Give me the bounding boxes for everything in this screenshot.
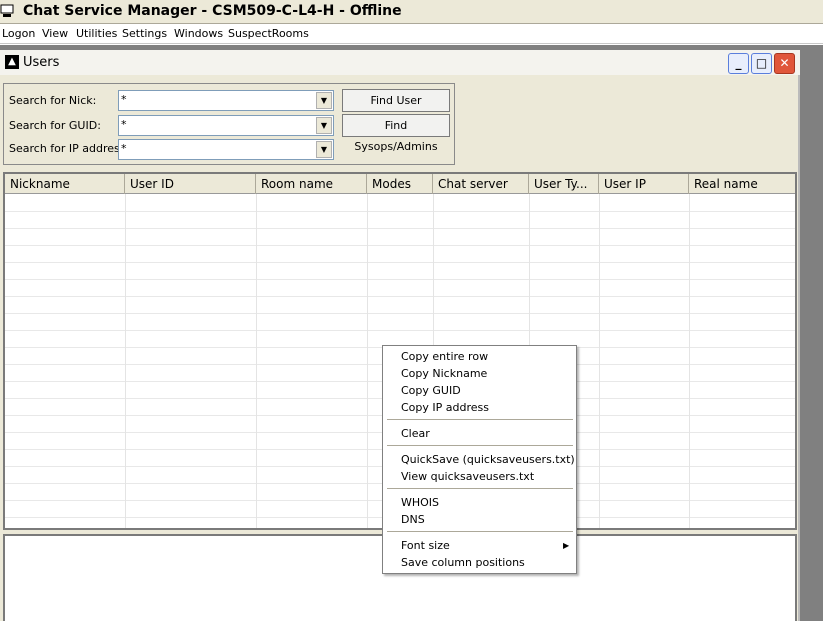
mdi-right-edge <box>800 45 823 621</box>
menubar: Logon View Utilities Settings Windows Su… <box>0 24 823 44</box>
find-sysops-button[interactable]: Find Sysops/Admins <box>342 114 450 153</box>
guid-combo[interactable]: * ▼ <box>118 115 334 136</box>
minimize-icon: _ <box>735 56 742 70</box>
nick-value: * <box>121 93 127 106</box>
menu-separator <box>387 531 573 532</box>
grid-row-line <box>5 279 795 280</box>
column-real-name[interactable]: Real name <box>689 174 795 194</box>
grid-column-line <box>689 194 690 528</box>
copy-guid-item[interactable]: Copy GUID <box>401 384 461 397</box>
search-panel: Search for Nick: * ▼ Search for GUID: * … <box>3 83 455 165</box>
computer-icon <box>0 4 14 17</box>
grid-row-line <box>5 211 795 212</box>
chevron-down-icon[interactable]: ▼ <box>316 141 332 158</box>
grid-column-line <box>367 194 368 528</box>
guid-value: * <box>121 118 127 131</box>
whois-item[interactable]: WHOIS <box>401 496 439 509</box>
save-column-positions-item[interactable]: Save column positions <box>401 556 525 569</box>
app-titlebar: Chat Service Manager - CSM509-C-L4-H - O… <box>0 0 823 24</box>
nick-combo[interactable]: * ▼ <box>118 90 334 111</box>
menu-separator <box>387 445 573 446</box>
submenu-arrow-icon: ▶ <box>563 541 570 550</box>
grid-column-line <box>599 194 600 528</box>
maximize-icon: □ <box>755 56 768 70</box>
copy-entire-row-item[interactable]: Copy entire row <box>401 350 488 363</box>
close-button[interactable]: ✕ <box>774 53 795 74</box>
menu-windows[interactable]: Windows <box>174 27 223 40</box>
quicksave-item[interactable]: QuickSave (quicksaveusers.txt) <box>401 453 575 466</box>
copy-ip-address-item[interactable]: Copy IP address <box>401 401 489 414</box>
clear-item[interactable]: Clear <box>401 427 430 440</box>
column-user-ip[interactable]: User IP <box>599 174 689 194</box>
ip-value: * <box>121 142 127 155</box>
menu-settings[interactable]: Settings <box>122 27 167 40</box>
listview-header: Nickname User ID Room name Modes Chat se… <box>5 174 795 194</box>
runner-icon: ▲ <box>5 55 19 69</box>
app-title: Chat Service Manager - CSM509-C-L4-H - O… <box>23 3 402 19</box>
nick-label: Search for Nick: <box>9 94 97 107</box>
grid-row-line <box>5 330 795 331</box>
menu-view[interactable]: View <box>42 27 68 40</box>
close-icon: ✕ <box>779 56 790 70</box>
ip-label: Search for IP address: <box>9 142 130 155</box>
minimize-button[interactable]: _ <box>728 53 749 74</box>
chevron-down-icon[interactable]: ▼ <box>316 92 332 109</box>
menu-utilities[interactable]: Utilities <box>76 27 117 40</box>
copy-nickname-item[interactable]: Copy Nickname <box>401 367 487 380</box>
font-size-item[interactable]: Font size <box>401 539 450 552</box>
grid-row-line <box>5 262 795 263</box>
dns-item[interactable]: DNS <box>401 513 425 526</box>
column-user-type[interactable]: User Ty... <box>529 174 599 194</box>
maximize-button[interactable]: □ <box>751 53 772 74</box>
view-quicksave-item[interactable]: View quicksaveusers.txt <box>401 470 534 483</box>
column-nickname[interactable]: Nickname <box>5 174 125 194</box>
column-room-name[interactable]: Room name <box>256 174 367 194</box>
grid-row-line <box>5 313 795 314</box>
guid-label: Search for GUID: <box>9 119 101 132</box>
context-menu: Copy entire row Copy Nickname Copy GUID … <box>382 345 577 574</box>
menu-separator <box>387 488 573 489</box>
column-modes[interactable]: Modes <box>367 174 433 194</box>
users-titlebar: ▲ Users _ □ ✕ <box>0 50 800 75</box>
column-user-id[interactable]: User ID <box>125 174 256 194</box>
ip-combo[interactable]: * ▼ <box>118 139 334 160</box>
find-user-button[interactable]: Find User <box>342 89 450 112</box>
grid-row-line <box>5 245 795 246</box>
grid-column-line <box>125 194 126 528</box>
grid-column-line <box>256 194 257 528</box>
menu-logon[interactable]: Logon <box>2 27 35 40</box>
grid-row-line <box>5 296 795 297</box>
menu-separator <box>387 419 573 420</box>
chevron-down-icon[interactable]: ▼ <box>316 117 332 134</box>
menu-suspectrooms[interactable]: SuspectRooms <box>228 27 309 40</box>
column-chat-server[interactable]: Chat server <box>433 174 529 194</box>
users-window-title: Users <box>23 55 60 70</box>
grid-row-line <box>5 228 795 229</box>
